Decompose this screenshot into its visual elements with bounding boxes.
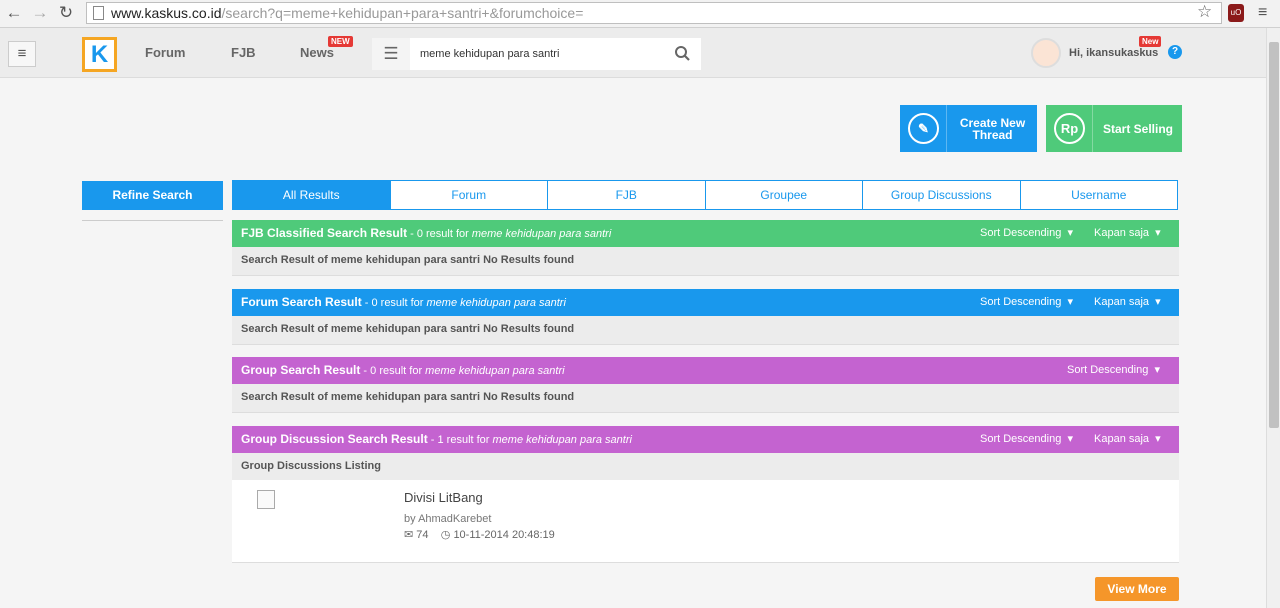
section-body: Group Discussions Listing xyxy=(232,453,1179,482)
address-bar[interactable]: www.kaskus.co.id/search?q=meme+kehidupan… xyxy=(86,2,1222,24)
broken-image-icon[interactable] xyxy=(257,490,275,509)
start-selling-button[interactable]: Rp Start Selling xyxy=(1046,105,1182,152)
list-item: Divisi LitBang by AhmadKarebet ✉ 74 ◷ 10… xyxy=(232,480,1179,563)
tab-fjb[interactable]: FJB xyxy=(547,181,705,209)
avatar[interactable] xyxy=(1031,38,1061,68)
sort-dropdown[interactable]: Sort Descending ▾ xyxy=(980,426,1073,453)
url-path: /search?q=meme+kehidupan+para+santri+&fo… xyxy=(221,5,584,21)
nav-forum[interactable]: Forum xyxy=(145,45,185,60)
time-filter-dropdown[interactable]: Kapan saja ▾ xyxy=(1094,220,1161,247)
section-body: Search Result of meme kehidupan para san… xyxy=(232,384,1179,413)
forum-result-section: Forum Search Result - 0 result for meme … xyxy=(232,289,1179,345)
tab-group-discussions[interactable]: Group Discussions xyxy=(862,181,1020,209)
section-title: Group Discussion Search Result xyxy=(241,432,428,446)
result-count: - 0 result for xyxy=(407,228,472,240)
result-count: - 1 result for xyxy=(427,434,493,446)
section-header: Forum Search Result - 0 result for meme … xyxy=(232,289,1179,316)
search-icon[interactable] xyxy=(672,43,694,65)
pencil-icon: ✎ xyxy=(908,113,939,144)
section-body: Search Result of meme kehidupan para san… xyxy=(232,316,1179,345)
kaskus-logo[interactable]: K xyxy=(82,37,117,72)
nav-news[interactable]: News xyxy=(300,45,334,60)
section-header: Group Discussion Search Result - 1 resul… xyxy=(232,426,1179,453)
browser-menu-icon[interactable]: ≡ xyxy=(1258,2,1267,24)
extension-icon[interactable]: uO xyxy=(1228,4,1244,22)
menu-toggle-button[interactable]: ≡ xyxy=(8,41,36,67)
scrollbar-thumb[interactable] xyxy=(1269,42,1279,428)
result-count: - 0 result for xyxy=(360,365,426,377)
search-box: ☰ xyxy=(372,38,701,70)
section-header: Group Search Result - 0 result for meme … xyxy=(232,357,1179,384)
search-input[interactable] xyxy=(412,38,662,70)
url-host: www.kaskus.co.id xyxy=(111,5,222,21)
section-title: FJB Classified Search Result xyxy=(241,226,408,240)
comment-icon: ✉ xyxy=(404,529,414,541)
post-datetime: 10-11-2014 20:48:19 xyxy=(453,529,555,541)
reload-icon[interactable]: ↻ xyxy=(56,3,76,23)
tab-forum[interactable]: Forum xyxy=(389,181,548,209)
section-body: Search Result of meme kehidupan para san… xyxy=(232,247,1179,276)
tab-groupee[interactable]: Groupee xyxy=(704,181,863,209)
section-title: Forum Search Result xyxy=(241,295,362,309)
rupiah-icon: Rp xyxy=(1054,113,1085,144)
page-scrollbar[interactable] xyxy=(1266,28,1280,608)
section-title: Group Search Result xyxy=(241,363,361,377)
user-greeting[interactable]: Hi, ikansukaskus xyxy=(1069,47,1158,59)
search-query: meme kehidupan para santri xyxy=(492,434,632,446)
listing-title[interactable]: Divisi LitBang xyxy=(404,490,483,505)
listing-author[interactable]: by AhmadKarebet xyxy=(404,513,491,525)
create-thread-label: Create New Thread xyxy=(959,115,1026,142)
news-new-badge: NEW xyxy=(328,36,353,47)
nav-fjb[interactable]: FJB xyxy=(231,45,256,60)
view-more-button[interactable]: View More xyxy=(1095,577,1179,601)
time-filter-dropdown[interactable]: Kapan saja ▾ xyxy=(1094,289,1161,316)
section-header: FJB Classified Search Result - 0 result … xyxy=(232,220,1179,247)
sort-dropdown[interactable]: Sort Descending ▾ xyxy=(980,289,1073,316)
clock-icon: ◷ xyxy=(440,529,451,541)
time-filter-dropdown[interactable]: Kapan saja ▾ xyxy=(1094,426,1161,453)
result-count: - 0 result for xyxy=(361,297,427,309)
group-result-section: Group Search Result - 0 result for meme … xyxy=(232,357,1179,413)
search-query: meme kehidupan para santri xyxy=(425,365,565,377)
search-query: meme kehidupan para santri xyxy=(471,228,612,240)
listing-meta: ✉ 74 ◷ 10-11-2014 20:48:19 xyxy=(404,528,555,541)
back-icon[interactable]: ← xyxy=(4,3,24,23)
sidebar-divider xyxy=(82,220,223,221)
help-icon[interactable]: ? xyxy=(1168,45,1182,59)
browser-toolbar: ← → ↻ www.kaskus.co.id/search?q=meme+keh… xyxy=(0,0,1280,28)
forward-icon[interactable]: → xyxy=(30,3,50,23)
site-header: ≡ K Forum FJB News NEW ☰ New Hi, ikansuk… xyxy=(0,28,1266,78)
fjb-result-section: FJB Classified Search Result - 0 result … xyxy=(232,220,1179,276)
start-selling-label: Start Selling xyxy=(1102,121,1173,136)
bookmark-star-icon[interactable]: ☆ xyxy=(1197,2,1212,22)
sort-dropdown[interactable]: Sort Descending ▾ xyxy=(1067,357,1160,384)
tab-all-results[interactable]: All Results xyxy=(233,181,390,209)
group-discussion-result-section: Group Discussion Search Result - 1 resul… xyxy=(232,426,1179,482)
result-tabs: All Results Forum FJB Groupee Group Disc… xyxy=(232,180,1178,210)
user-new-badge: New xyxy=(1139,36,1162,47)
search-category-menu-icon[interactable]: ☰ xyxy=(372,38,410,70)
sort-dropdown[interactable]: Sort Descending ▾ xyxy=(980,220,1073,247)
reply-count: 74 xyxy=(416,529,429,541)
tab-username[interactable]: Username xyxy=(1019,181,1178,209)
page-icon xyxy=(93,6,104,20)
search-query: meme kehidupan para santri xyxy=(426,297,566,309)
refine-search-button[interactable]: Refine Search xyxy=(82,181,223,210)
create-thread-button[interactable]: ✎ Create New Thread xyxy=(900,105,1037,152)
